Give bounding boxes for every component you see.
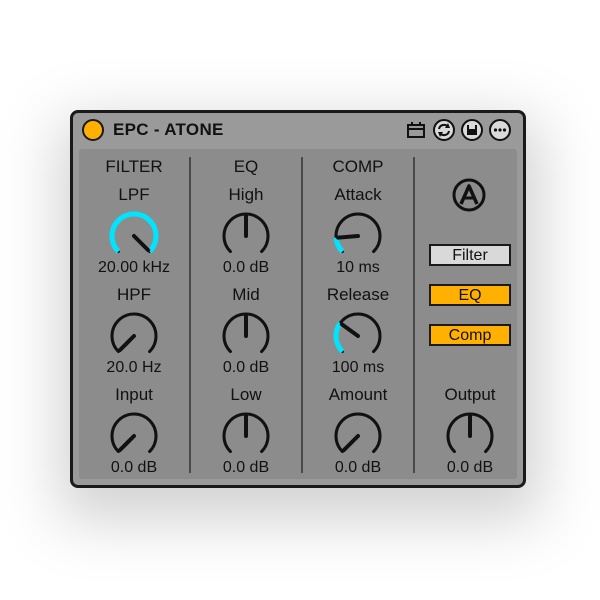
high-knob[interactable] xyxy=(216,206,276,266)
title-bar: EPC - ATONE xyxy=(73,113,523,147)
save-icon[interactable] xyxy=(461,119,483,141)
atone-logo-icon xyxy=(452,178,486,212)
high-label: High xyxy=(228,185,264,204)
high-value: 0.0 dB xyxy=(222,259,270,276)
attack-knob[interactable] xyxy=(328,206,388,266)
release-knob[interactable] xyxy=(328,306,388,366)
hpf-value: 20.0 Hz xyxy=(106,359,162,376)
amount-value: 0.0 dB xyxy=(334,459,382,476)
plugin-device: EPC - ATONE FILTER LPF 20.00 kHz HPF 20.… xyxy=(70,110,526,488)
low-label: Low xyxy=(230,385,262,404)
comp-header: COMP xyxy=(332,157,384,176)
hpf-knob[interactable] xyxy=(104,306,164,366)
low-value: 0.0 dB xyxy=(222,459,270,476)
mid-label: Mid xyxy=(232,285,260,304)
output-knob[interactable] xyxy=(440,406,500,466)
comp-toggle-button[interactable]: Comp xyxy=(429,324,511,346)
release-value: 100 ms xyxy=(331,359,385,376)
input-knob[interactable] xyxy=(104,406,164,466)
amount-label: Amount xyxy=(328,385,388,404)
filter-toggle-button[interactable]: Filter xyxy=(429,244,511,266)
hot-swap-icon[interactable] xyxy=(433,119,455,141)
output-label: Output xyxy=(444,385,496,404)
lpf-label: LPF xyxy=(118,185,150,204)
controls-panel: FILTER LPF 20.00 kHz HPF 20.0 Hz Input 0… xyxy=(79,149,517,479)
mid-value: 0.0 dB xyxy=(222,359,270,376)
hpf-label: HPF xyxy=(117,285,151,304)
preset-icon[interactable] xyxy=(405,119,427,141)
power-button[interactable] xyxy=(82,119,104,141)
eq-toggle-button[interactable]: EQ xyxy=(429,284,511,306)
filter-header: FILTER xyxy=(105,157,163,176)
attack-value: 10 ms xyxy=(336,259,380,276)
eq-header: EQ xyxy=(233,157,259,176)
input-value: 0.0 dB xyxy=(110,459,158,476)
release-label: Release xyxy=(326,285,390,304)
lpf-value: 20.00 kHz xyxy=(97,259,171,276)
more-options-icon[interactable] xyxy=(489,119,511,141)
attack-label: Attack xyxy=(334,185,382,204)
divider xyxy=(413,157,415,473)
device-title: EPC - ATONE xyxy=(113,120,224,139)
lpf-knob[interactable] xyxy=(104,206,164,266)
input-label: Input xyxy=(115,385,153,404)
amount-knob[interactable] xyxy=(328,406,388,466)
output-value: 0.0 dB xyxy=(446,459,494,476)
mid-knob[interactable] xyxy=(216,306,276,366)
low-knob[interactable] xyxy=(216,406,276,466)
